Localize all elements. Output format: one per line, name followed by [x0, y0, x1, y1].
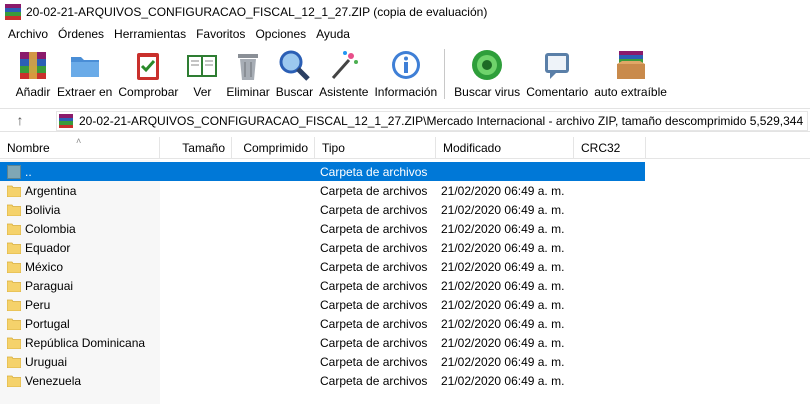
toolbar: Añadir Extraer en Comprobar Ver Eliminar… [0, 45, 810, 105]
list-item[interactable]: Equador Carpeta de archivos 21/02/2020 0… [0, 238, 645, 257]
path-field[interactable]: 20-02-21-ARQUIVOS_CONFIGURACAO_FISCAL_12… [56, 111, 808, 131]
menu-herramientas[interactable]: Herramientas [109, 27, 191, 41]
list-item[interactable]: Argentina Carpeta de archivos 21/02/2020… [0, 181, 645, 200]
virus-scan-icon [469, 47, 505, 83]
column-packed[interactable]: Comprimido [232, 137, 315, 159]
list-item[interactable]: Peru Carpeta de archivos 21/02/2020 06:4… [0, 295, 645, 314]
test-button[interactable]: Comprobar [115, 45, 181, 99]
list-item[interactable]: República Dominicana Carpeta de archivos… [0, 333, 645, 352]
add-archive-icon [15, 47, 51, 83]
folder-icon [7, 185, 21, 197]
folder-icon [7, 261, 21, 273]
list-item[interactable]: Uruguai Carpeta de archivos 21/02/2020 0… [0, 352, 645, 371]
column-type[interactable]: Tipo [315, 137, 436, 159]
delete-button[interactable]: Eliminar [223, 45, 272, 99]
list-item[interactable]: Paraguai Carpeta de archivos 21/02/2020 … [0, 276, 645, 295]
folder-icon [7, 375, 21, 387]
view-button[interactable]: Ver [181, 45, 223, 99]
sfx-box-icon [613, 47, 649, 83]
wizard-button[interactable]: Asistente [316, 45, 371, 99]
column-crc32[interactable]: CRC32 [574, 137, 646, 159]
column-size[interactable]: Tamaño [160, 137, 232, 159]
find-button[interactable]: Buscar [273, 45, 316, 99]
winrar-app-icon [5, 4, 21, 20]
menu-ordenes[interactable]: Órdenes [53, 27, 109, 41]
sort-ascending-icon: ˄ [76, 136, 82, 146]
sfx-button[interactable]: auto extraíble [591, 45, 670, 99]
toolbar-separator [444, 49, 446, 99]
up-arrow-icon[interactable]: ↑ [0, 109, 40, 131]
list-item[interactable]: Portugal Carpeta de archivos 21/02/2020 … [0, 314, 645, 333]
comment-button[interactable]: Comentario [523, 45, 591, 99]
extract-folder-icon [67, 47, 103, 83]
info-icon [388, 47, 424, 83]
path-text: 20-02-21-ARQUIVOS_CONFIGURACAO_FISCAL_12… [79, 114, 808, 128]
menu-ayuda[interactable]: Ayuda [311, 27, 355, 41]
menu-favoritos[interactable]: Favoritos [191, 27, 250, 41]
comment-icon [539, 47, 575, 83]
list-item[interactable]: México Carpeta de archivos 21/02/2020 06… [0, 257, 645, 276]
zip-archive-icon [59, 114, 73, 128]
info-button[interactable]: Información [371, 45, 440, 99]
test-clipboard-icon [130, 47, 166, 83]
folder-icon [7, 318, 21, 330]
folder-icon [7, 242, 21, 254]
virus-scan-button[interactable]: Buscar virus [451, 45, 523, 99]
list-item[interactable]: Colombia Carpeta de archivos 21/02/2020 … [0, 219, 645, 238]
title-bar: 20-02-21-ARQUIVOS_CONFIGURACAO_FISCAL_12… [0, 0, 810, 24]
parent-folder-icon [7, 164, 21, 179]
menu-bar: Archivo Órdenes Herramientas Favoritos O… [0, 24, 810, 43]
menu-opciones[interactable]: Opciones [250, 27, 311, 41]
window-title: 20-02-21-ARQUIVOS_CONFIGURACAO_FISCAL_12… [26, 5, 488, 19]
list-item[interactable]: Bolivia Carpeta de archivos 21/02/2020 0… [0, 200, 645, 219]
view-book-icon [184, 47, 220, 83]
add-button[interactable]: Añadir [12, 45, 54, 99]
list-item[interactable]: Venezuela Carpeta de archivos 21/02/2020… [0, 371, 645, 390]
list-item-parent[interactable]: .. Carpeta de archivos [0, 162, 645, 181]
trash-icon [230, 47, 266, 83]
folder-icon [7, 299, 21, 311]
column-name[interactable]: Nombre ˄ [0, 136, 160, 159]
folder-icon [7, 223, 21, 235]
folder-icon [7, 356, 21, 368]
column-modified[interactable]: Modificado [436, 137, 574, 159]
magnifier-icon [276, 47, 312, 83]
menu-archivo[interactable]: Archivo [3, 27, 53, 41]
address-bar: ↑ 20-02-21-ARQUIVOS_CONFIGURACAO_FISCAL_… [0, 108, 810, 132]
wizard-wand-icon [326, 47, 362, 83]
folder-icon [7, 280, 21, 292]
folder-icon [7, 204, 21, 216]
folder-icon [7, 337, 21, 349]
extract-to-button[interactable]: Extraer en [54, 45, 115, 99]
file-list-header: Nombre ˄ Tamaño Comprimido Tipo Modifica… [0, 136, 810, 159]
